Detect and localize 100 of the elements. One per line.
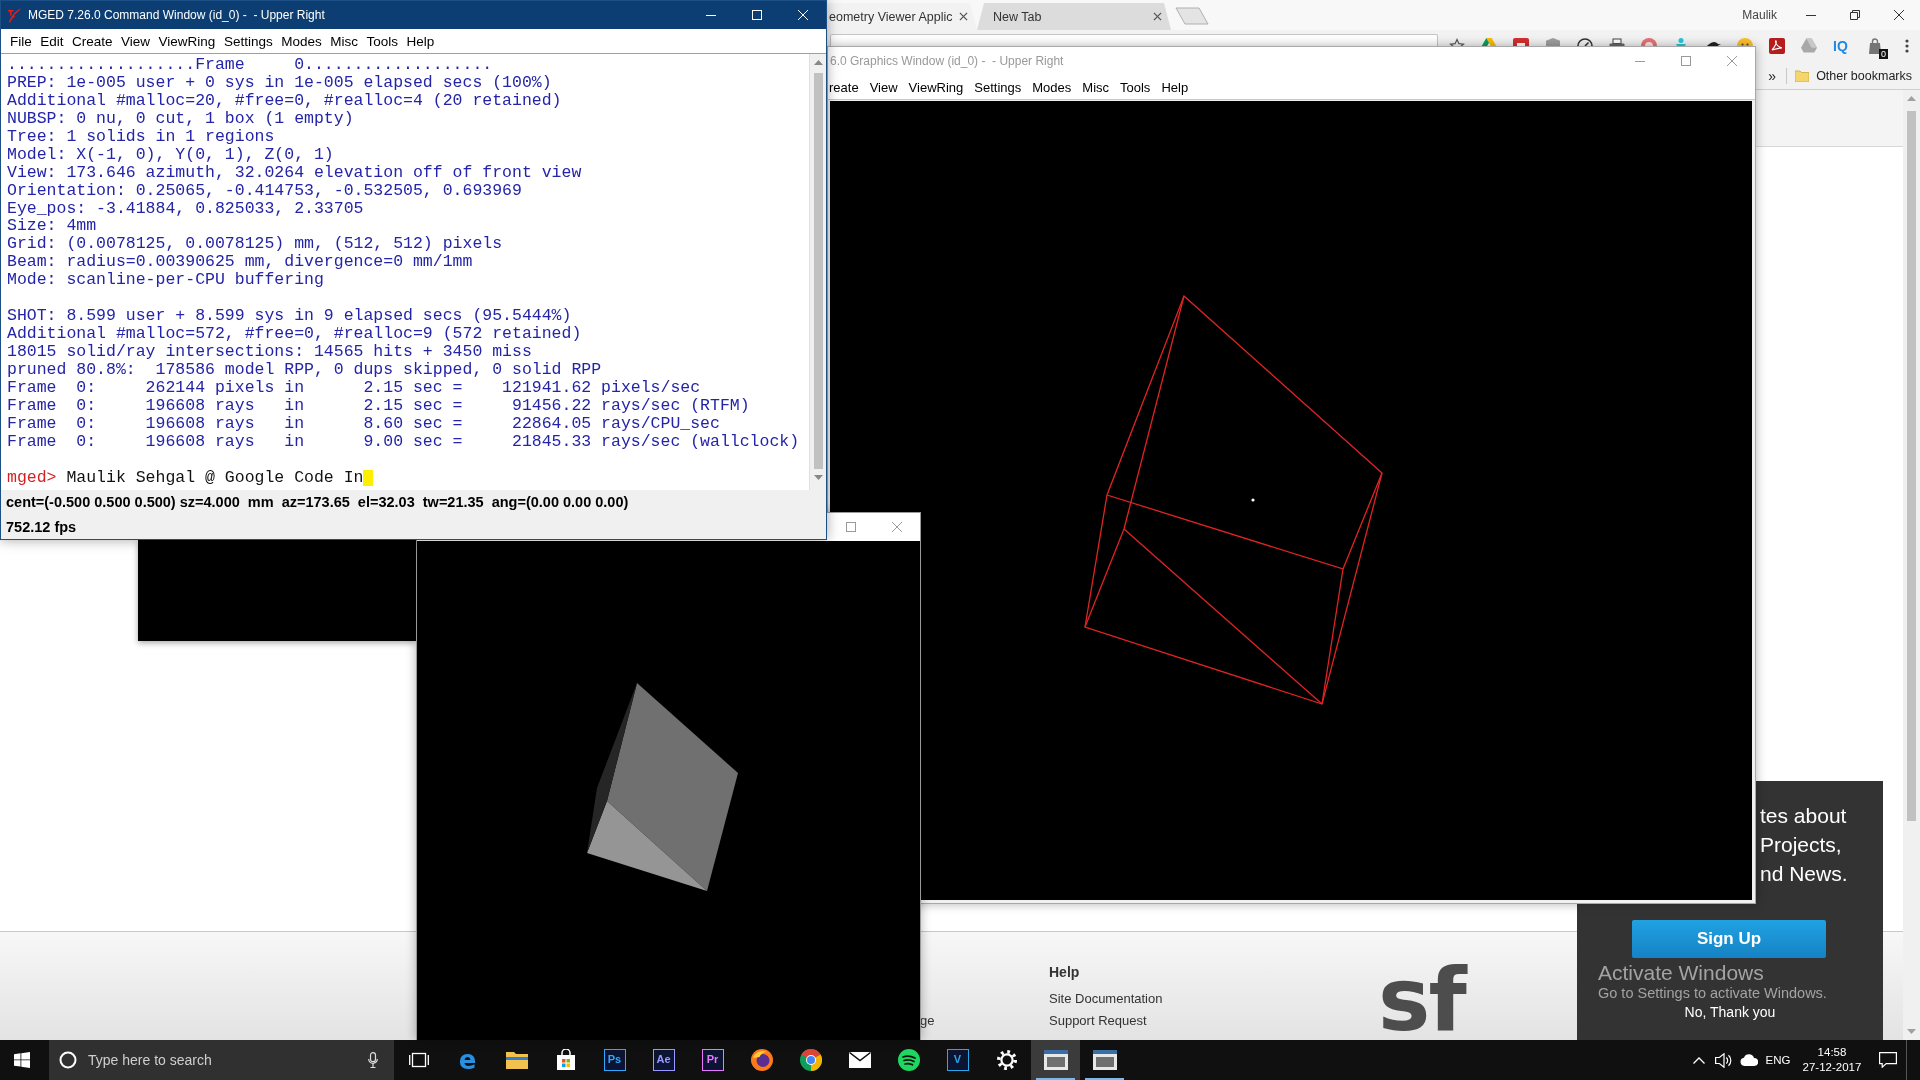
- popup-heading-line: Projects,: [1760, 832, 1842, 858]
- message-bubble-icon[interactable]: [1879, 1052, 1897, 1068]
- console-line: Model: X(-1, 0), Y(0, 1), Z(0, 1): [7, 145, 335, 164]
- scrollbar-thumb[interactable]: [813, 73, 823, 469]
- console-line: Additional #malloc=20, #free=0, #realloc=4 (20 retained): [7, 91, 563, 110]
- app-logo: V: [946, 1049, 969, 1071]
- menu-item[interactable]: Create: [72, 33, 113, 49]
- gauge-icon[interactable]: [1577, 38, 1593, 46]
- folder-icon: [504, 1050, 529, 1070]
- address-field[interactable]: [830, 34, 1438, 46]
- menu-item[interactable]: View: [121, 33, 151, 49]
- console-prompt: mged>: [7, 468, 57, 487]
- clock-button[interactable]: 14:58 27-12-2017: [1794, 1040, 1870, 1080]
- console-line: Frame 0: 196608 rays in 2.15 sec = 91456.22 rays/sec (RTFM): [7, 396, 751, 415]
- dismiss-link[interactable]: No, Thank you: [1684, 1003, 1776, 1021]
- menu-item[interactable]: ViewRing: [158, 33, 216, 49]
- printer-icon[interactable]: [1609, 38, 1625, 46]
- app-logo: Ae: [652, 1049, 675, 1071]
- menu-item[interactable]: Tools: [366, 33, 398, 49]
- console-line: Frame 0: 196608 rays in 8.60 sec = 22864.05 rays/CPU_sec: [7, 414, 721, 433]
- menu-item[interactable]: Settings: [223, 33, 273, 49]
- app-logo: Pr: [701, 1049, 724, 1071]
- activation-notice-text: Go to Settings to activate Windows.: [1598, 984, 1827, 1002]
- command-input[interactable]: Maulik Sehgal @ Google Code In: [66, 468, 364, 487]
- search-field[interactable]: Type here to search: [49, 1040, 394, 1080]
- window-panes-icon[interactable]: [14, 1052, 30, 1068]
- close-icon[interactable]: [1153, 12, 1162, 21]
- star-icon[interactable]: [1449, 38, 1465, 46]
- activation-notice-title: Activate Windows: [1598, 961, 1764, 984]
- popup-heading-line: tes about: [1760, 803, 1847, 829]
- cloud-icon[interactable]: [1740, 1054, 1758, 1066]
- console-line: Orientation: 0.25065, -0.414753, -0.532505, 0.693969: [7, 181, 523, 200]
- menu-item[interactable]: View: [869, 79, 898, 95]
- menu-item[interactable]: Settings: [974, 79, 1022, 95]
- taskbar-button[interactable]: Ps: [590, 1040, 639, 1080]
- menu-item[interactable]: Tools: [1120, 79, 1151, 95]
- chevron-up-icon[interactable]: [1693, 1056, 1705, 1064]
- center-point-icon: [1251, 498, 1255, 502]
- browser-tab[interactable]: New Tab: [977, 3, 1171, 30]
- close-icon[interactable]: [1893, 10, 1904, 20]
- menu-item[interactable]: Misc: [330, 33, 358, 49]
- taskbar-button[interactable]: [1031, 1040, 1080, 1080]
- restore-icon[interactable]: [1850, 10, 1860, 20]
- window-icon: [1043, 1050, 1068, 1070]
- scrollbar-thumb[interactable]: [1907, 111, 1916, 821]
- bookmark-folder-button[interactable]: Other bookmarks: [1795, 68, 1912, 83]
- popup-heading-line: nd News.: [1760, 861, 1848, 887]
- console-line: Frame 0: 196608 rays in 9.00 sec = 21845.33 rays/sec (wallclock): [7, 432, 801, 451]
- vertical-scrollbar[interactable]: [809, 54, 826, 490]
- footer-link[interactable]: Site Documentation: [1049, 988, 1163, 1010]
- envelope-icon: [848, 1052, 871, 1068]
- window-icon: [1092, 1050, 1117, 1070]
- menu-item[interactable]: Edit: [40, 33, 64, 49]
- profile-button[interactable]: Maulik: [1742, 8, 1777, 22]
- segmented-circle-icon: [799, 1049, 822, 1071]
- console-line: 18015 solid/ray intersections: 14565 hits + 3450 miss: [7, 343, 533, 361]
- taskbar-button[interactable]: Pr: [688, 1040, 737, 1080]
- triangle-logo-icon[interactable]: [1481, 38, 1497, 46]
- shopping-bag-icon: [554, 1049, 577, 1071]
- bag-icon[interactable]: [1867, 38, 1883, 54]
- shield-icon[interactable]: [1545, 38, 1561, 46]
- menu-item[interactable]: Modes: [1032, 79, 1072, 95]
- console-line: pruned 80.8%: 178586 model RPP, 0 dups skipped, 0 solid RPP: [7, 360, 603, 379]
- menu-item[interactable]: Help: [406, 33, 435, 49]
- count-badge: 0: [1879, 49, 1888, 59]
- console-line: Frame 0: 262144 pixels in 2.15 sec = 121941.62 pixels/sec: [7, 378, 702, 397]
- footer-link[interactable]: ge: [920, 1013, 935, 1028]
- smiley-icon[interactable]: [1737, 38, 1753, 46]
- console-line: PREP: 1e-005 user + 0 sys in 1e-005 elapsed secs (100%): [7, 73, 553, 92]
- close-icon[interactable]: [959, 12, 968, 21]
- menu-item[interactable]: Modes: [281, 33, 322, 49]
- vertical-scrollbar[interactable]: [1903, 90, 1920, 1040]
- console-line: SHOT: 8.599 user + 8.599 sys in 9 elapsed secs (95.5444%): [7, 307, 573, 326]
- console-line: View: 173.646 azimuth, 32.0264 elevation off of front view: [7, 163, 583, 182]
- window-title: MGED 7.26.0 Command Window (id_0) - - Upper Right: [28, 8, 325, 22]
- taskbar-button[interactable]: V: [933, 1040, 982, 1080]
- menu-item[interactable]: Help: [1161, 79, 1189, 95]
- language-indicator[interactable]: ENG: [1762, 1040, 1794, 1080]
- menu-item[interactable]: ViewRing: [908, 79, 964, 95]
- menu-item[interactable]: Misc: [1082, 79, 1109, 95]
- caret-up-icon[interactable]: [813, 60, 823, 65]
- console-line: ...................Frame 0...................: [7, 56, 494, 74]
- menu-icon[interactable]: [1905, 38, 1909, 54]
- site-logo[interactable]: sf: [1378, 963, 1465, 1038]
- menu-item[interactable]: reate: [829, 79, 859, 95]
- console-line: Mode: scanline-per-CPU buffering: [7, 271, 325, 290]
- caret-down-icon[interactable]: [813, 475, 823, 480]
- microphone-icon[interactable]: [368, 1052, 378, 1068]
- speaker-icon[interactable]: [1714, 1052, 1732, 1068]
- console-line: NUBSP: 0 nu, 0 cut, 1 box (1 empty): [7, 109, 355, 128]
- menu-item[interactable]: File: [10, 33, 32, 49]
- footer-heading: Help: [1049, 963, 1080, 981]
- browser-tab[interactable]: eometry Viewer Applic: [827, 3, 977, 30]
- status-line: 752.12 fps: [6, 518, 78, 537]
- sound-waves-icon: [897, 1049, 920, 1071]
- bookmarks-overflow-button[interactable]: »: [1768, 67, 1777, 84]
- footer-link[interactable]: Support Request: [1049, 1010, 1147, 1032]
- taskbar-button[interactable]: e: [443, 1040, 492, 1080]
- curl-logo-icon[interactable]: [1769, 38, 1785, 54]
- taskbar-button[interactable]: Ae: [639, 1040, 688, 1080]
